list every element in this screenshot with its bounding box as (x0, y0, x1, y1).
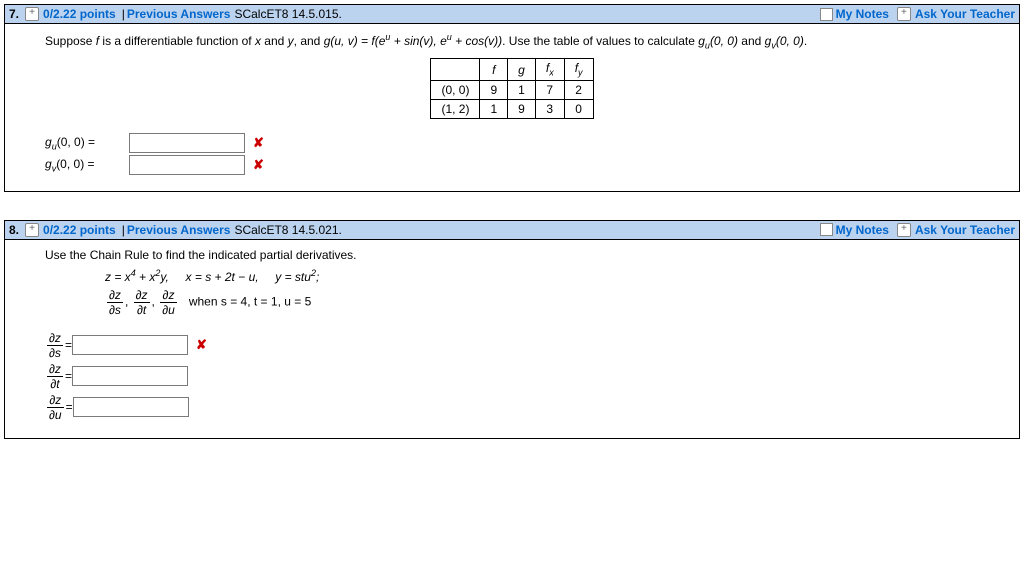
wrong-icon: ✘ (253, 135, 264, 151)
col-fx: fx (535, 59, 564, 80)
dzdt-input[interactable] (72, 366, 188, 386)
question-id: SCalcET8 14.5.015. (234, 7, 341, 21)
gu-input[interactable] (129, 133, 245, 153)
ask-teacher-link[interactable]: Ask Your Teacher (915, 223, 1015, 237)
equation-line-1: z = x4 + x2y, x = s + 2t − u, y = stu2; (105, 268, 979, 284)
points-text: 0/2.22 points (43, 223, 116, 237)
mynotes-checkbox[interactable] (820, 223, 833, 236)
expand-icon[interactable]: + (25, 7, 39, 21)
previous-answers-link[interactable]: Previous Answers (127, 223, 231, 237)
answer-row-dzds: ∂z∂s = ✘ (45, 331, 979, 360)
table-row: (1, 2)1930 (431, 99, 593, 118)
col-fy: fy (564, 59, 593, 80)
expand-icon[interactable]: + (25, 223, 39, 237)
question-7-body: Suppose f is a differentiable function o… (5, 24, 1019, 191)
previous-answers-link[interactable]: Previous Answers (127, 7, 231, 21)
gv-input[interactable] (129, 155, 245, 175)
question-7: 7. + 0/2.22 points | Previous Answers SC… (4, 4, 1020, 192)
question-8: 8. + 0/2.22 points | Previous Answers SC… (4, 220, 1020, 439)
q8-prompt: Use the Chain Rule to find the indicated… (45, 248, 979, 262)
equation-line-2: ∂z∂s, ∂z∂t, ∂z∂u when s = 4, t = 1, u = … (105, 288, 979, 317)
answer-row-gv: gv(0, 0) = ✘ (45, 155, 979, 175)
my-notes-link[interactable]: My Notes (836, 7, 889, 21)
col-f: f (480, 59, 508, 80)
separator: | (122, 7, 125, 21)
points-text: 0/2.22 points (43, 7, 116, 21)
separator: | (122, 223, 125, 237)
question-7-header: 7. + 0/2.22 points | Previous Answers SC… (5, 5, 1019, 24)
answer-row-gu: gu(0, 0) = ✘ (45, 133, 979, 153)
q7-prompt: Suppose f is a differentiable function o… (45, 32, 979, 50)
table-row: (0, 0)9172 (431, 80, 593, 99)
question-number: 8. (9, 223, 19, 237)
ask-teacher-link[interactable]: Ask Your Teacher (915, 7, 1015, 21)
question-id: SCalcET8 14.5.021. (234, 223, 341, 237)
answer-row-dzdt: ∂z∂t = (45, 362, 979, 391)
wrong-icon: ✘ (253, 157, 264, 173)
ask-expand-icon[interactable]: + (897, 223, 911, 237)
question-number: 7. (9, 7, 19, 21)
dzds-input[interactable] (72, 335, 188, 355)
wrong-icon: ✘ (196, 337, 207, 353)
dzdu-input[interactable] (73, 397, 189, 417)
mynotes-checkbox[interactable] (820, 8, 833, 21)
question-8-body: Use the Chain Rule to find the indicated… (5, 240, 1019, 438)
answer-row-dzdu: ∂z∂u = (45, 393, 979, 422)
values-table: f g fx fy (0, 0)9172 (1, 2)1930 (430, 58, 593, 118)
question-8-header: 8. + 0/2.22 points | Previous Answers SC… (5, 221, 1019, 240)
my-notes-link[interactable]: My Notes (836, 223, 889, 237)
col-g: g (508, 59, 536, 80)
ask-expand-icon[interactable]: + (897, 7, 911, 21)
